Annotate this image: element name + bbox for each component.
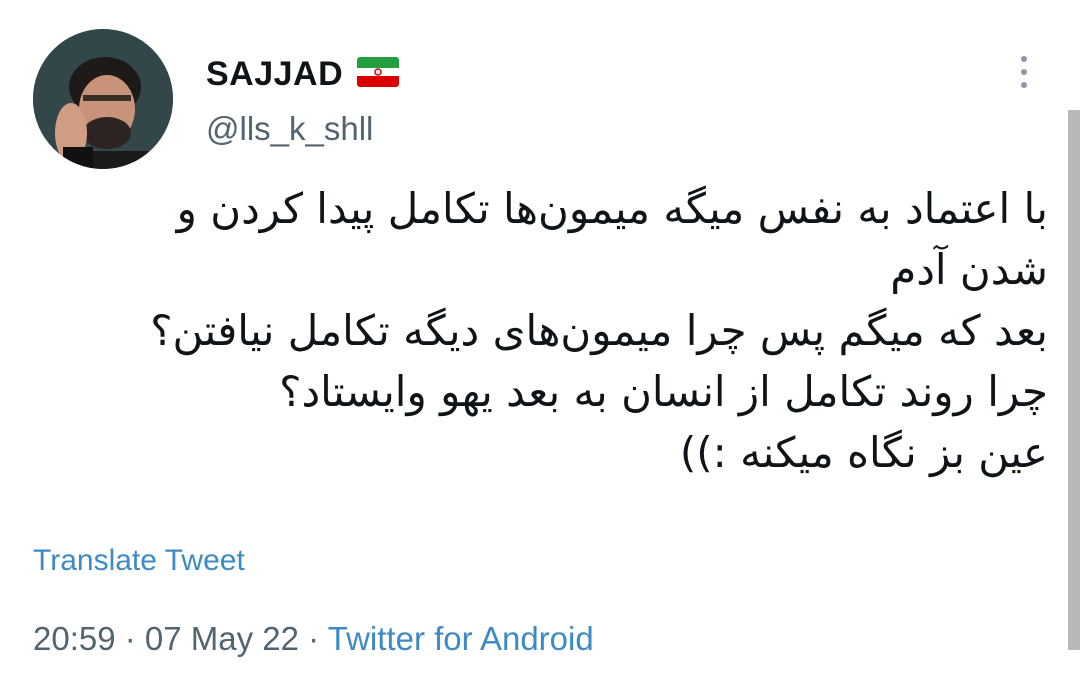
more-options-icon[interactable] — [1010, 52, 1038, 92]
avatar-image — [33, 29, 173, 169]
tweet-meta: 20:59 · 07 May 22 · Twitter for Android — [33, 620, 594, 658]
tweet-source-link[interactable]: Twitter for Android — [328, 620, 594, 657]
author-handle[interactable]: @lls_k_shll — [206, 110, 373, 148]
tweet-time[interactable]: 20:59 — [33, 620, 116, 657]
meta-separator: · — [115, 620, 145, 657]
tweet-line: با اعتماد به نفس میگه میمون‌ها تکامل پید… — [176, 184, 1048, 233]
avatar[interactable] — [33, 29, 173, 169]
tweet-line: عین بز نگاه میکنه :)) — [679, 428, 1048, 477]
display-name[interactable]: SAJJAD — [206, 55, 343, 94]
meta-separator: · — [299, 620, 328, 657]
author-name-row[interactable]: SAJJAD — [206, 52, 400, 96]
tweet-date[interactable]: 07 May 22 — [145, 620, 299, 657]
translate-tweet-link[interactable]: Translate Tweet — [33, 544, 245, 578]
iran-flag-icon — [357, 56, 400, 92]
tweet-line: بعد که میگم پس چرا میمون‌های دیگه تکامل … — [150, 306, 1048, 355]
tweet-line: چرا روند تکامل از انسان به بعد یهو وایست… — [279, 367, 1048, 416]
tweet-line: شدن آدم — [890, 245, 1048, 294]
scrollbar[interactable] — [1068, 110, 1080, 650]
tweet-text: با اعتماد به نفس میگه میمون‌ها تکامل پید… — [38, 178, 1048, 483]
